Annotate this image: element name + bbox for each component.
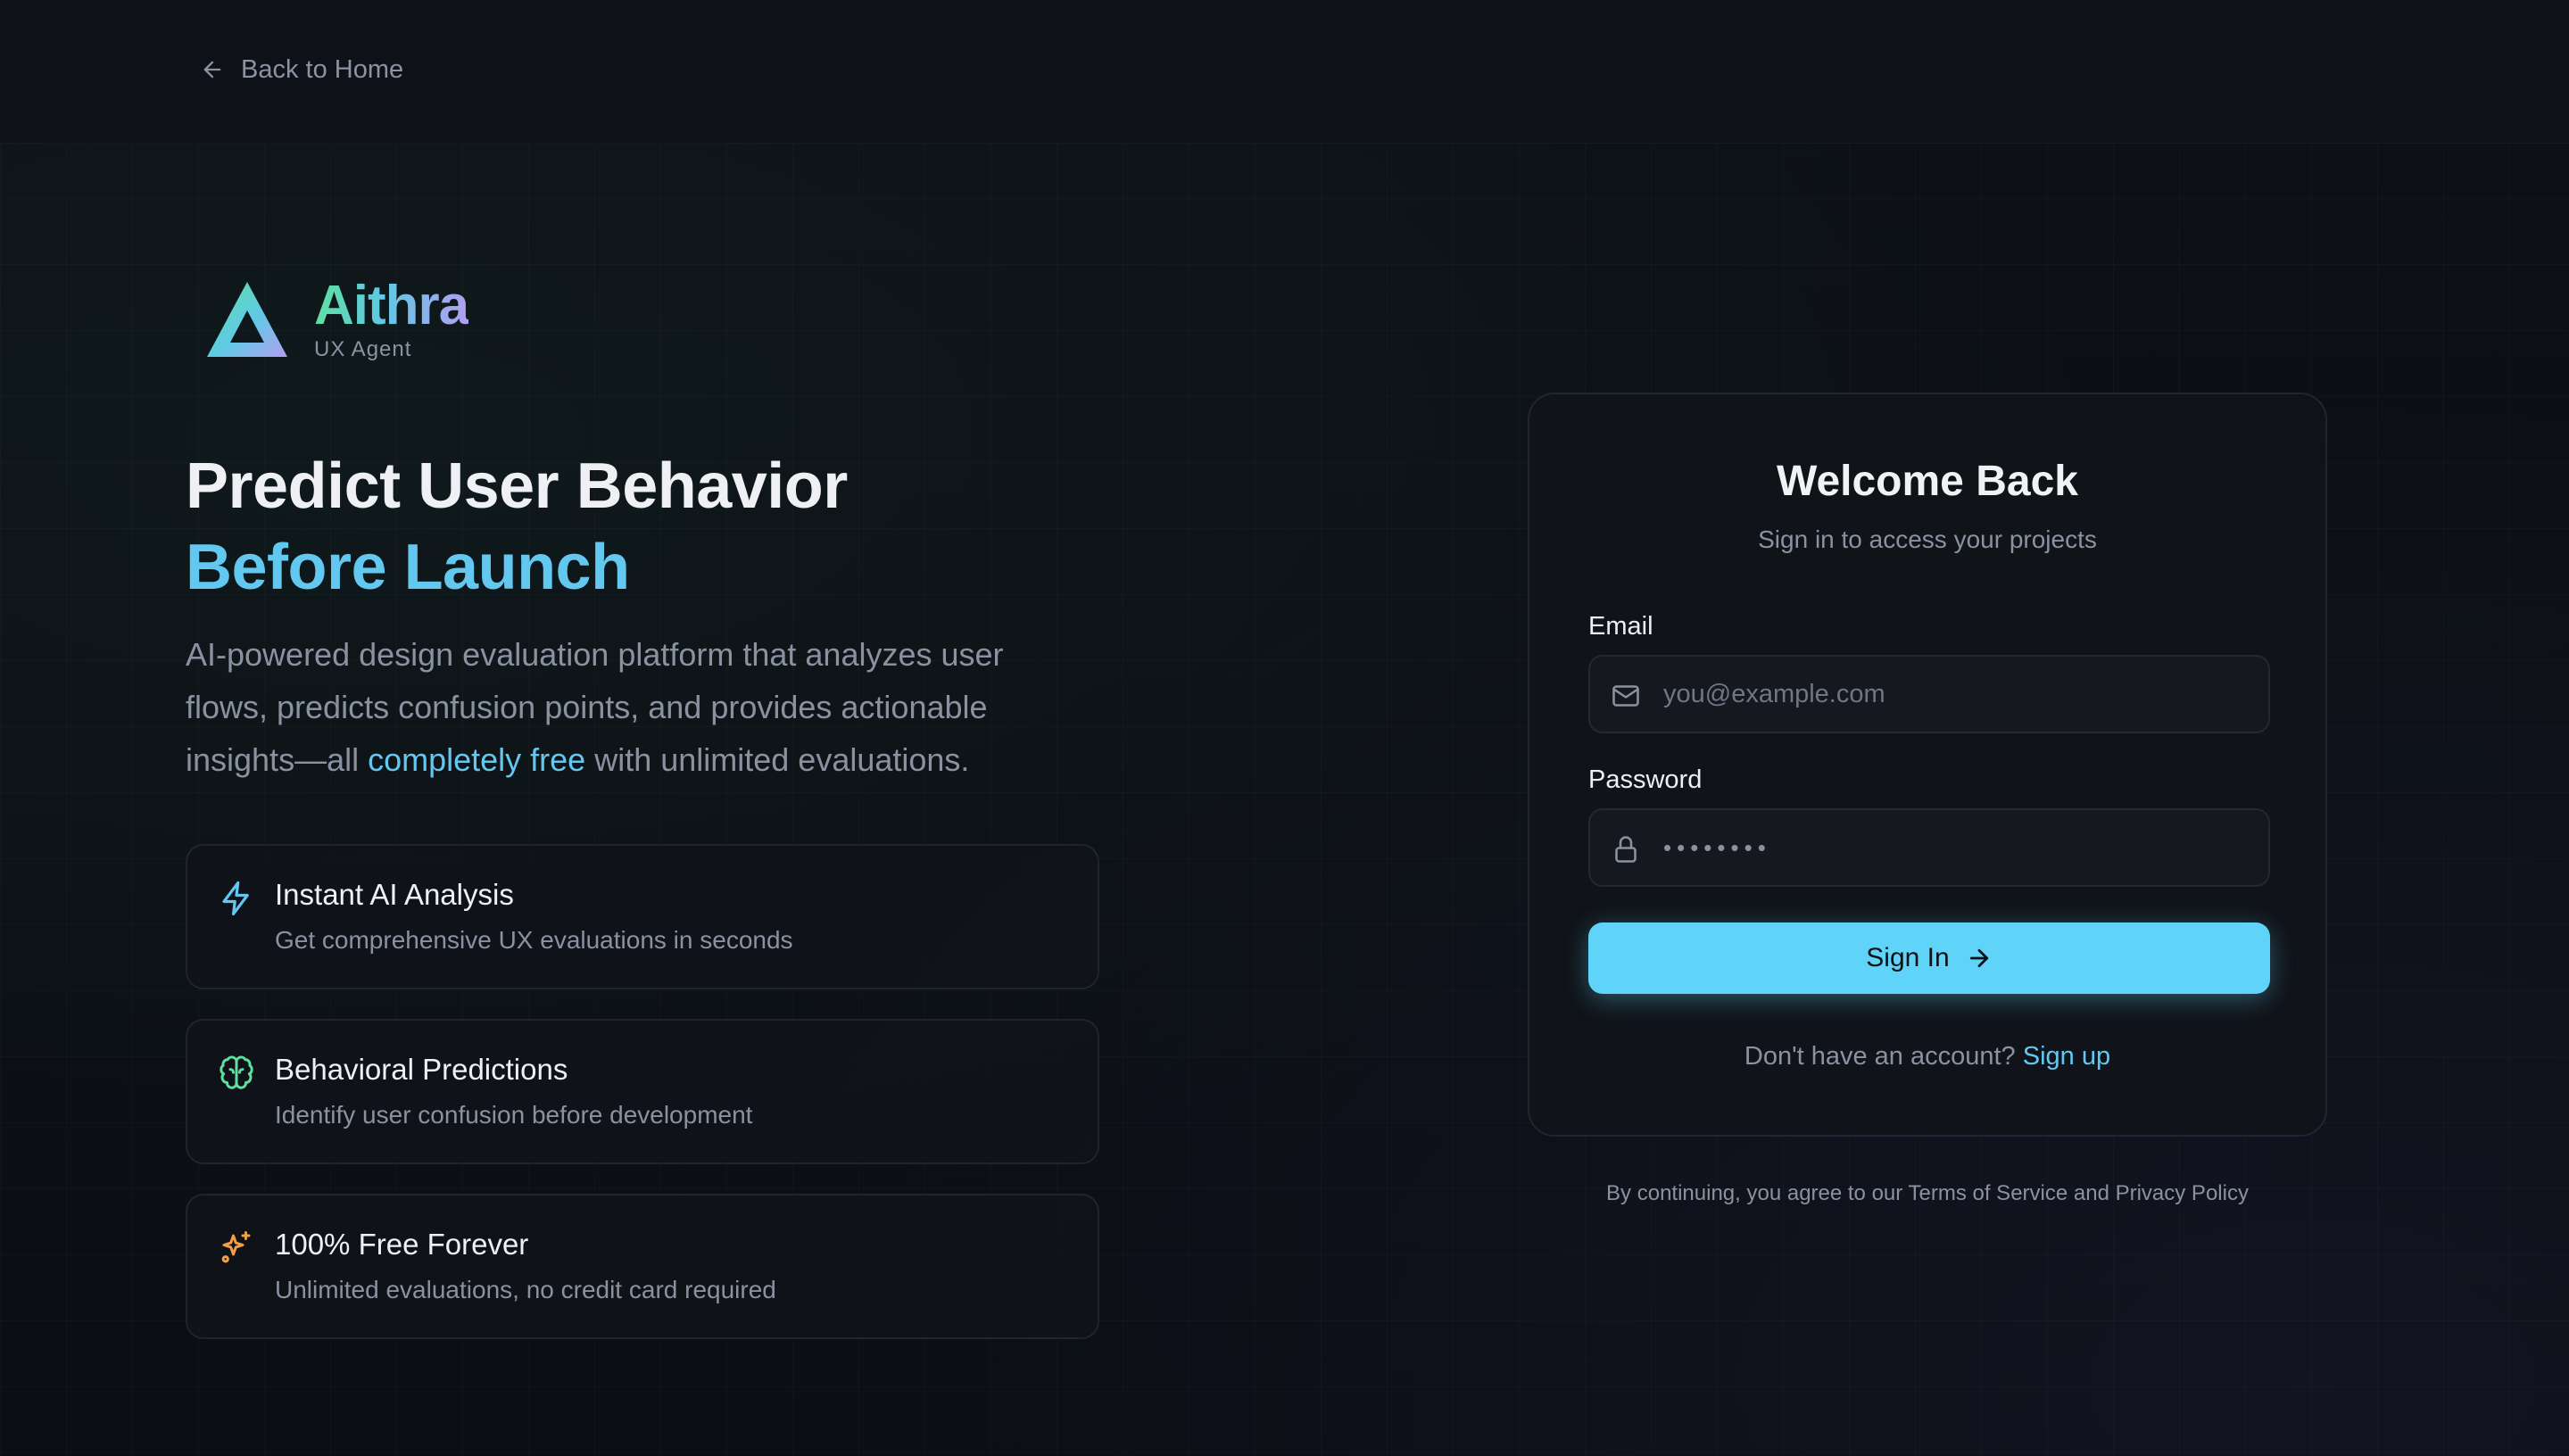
password-input[interactable] [1663,810,2252,885]
feature-card-behavioral-predictions: Behavioral Predictions Identify user con… [186,1019,1099,1164]
arrow-left-icon [203,61,221,79]
brand-name: Aithra [314,275,469,336]
brand-logo: Aithra UX Agent [205,275,469,362]
sign-in-button[interactable]: Sign In [1588,922,2270,994]
arrow-right-icon [1969,948,1988,968]
signup-prompt: Don't have an account? [1744,1042,2016,1071]
back-to-home-link[interactable]: Back to Home [200,52,403,87]
login-subtitle: Sign in to access your projects [1758,525,2097,553]
triangle-logo-icon [207,282,287,357]
feature-title: Behavioral Predictions [275,1053,568,1086]
sign-in-label: Sign In [1866,943,1950,972]
lightning-icon [222,881,249,916]
feature-card-free-forever: 100% Free Forever Unlimited evaluations,… [186,1194,1099,1339]
password-field-wrapper [1588,808,2270,887]
feature-description: Get comprehensive UX evaluations in seco… [275,926,793,954]
sparkles-icon [221,1231,251,1263]
feature-description: Identify user confusion before developme… [275,1101,753,1129]
hero-description-after: with unlimited evaluations. [585,741,970,778]
email-field-wrapper [1588,655,2270,733]
login-title: Welcome Back [1777,458,2078,505]
terms-notice: By continuing, you agree to our Terms of… [1606,1181,2249,1205]
feature-title: 100% Free Forever [275,1228,529,1261]
hero-description: AI-powered design evaluation platform th… [186,628,1078,786]
lock-icon [1615,836,1637,863]
hero-title: Predict User Behavior Before Launch [186,446,848,608]
sign-up-link[interactable]: Sign up [2023,1042,2110,1071]
hero-description-highlight: completely free [368,741,586,778]
feature-card-instant-analysis: Instant AI Analysis Get comprehensive UX… [186,844,1099,989]
brand-tagline: UX Agent [314,337,412,361]
login-card: Welcome Back Sign in to access your proj… [1528,393,2327,1137]
password-label: Password [1588,765,1703,794]
feature-description: Unlimited evaluations, no credit card re… [275,1276,776,1303]
back-to-home-label: Back to Home [241,54,404,84]
mail-icon [1612,685,1639,707]
email-label: Email [1588,612,1653,641]
hero-title-line2: Before Launch [186,532,630,603]
signup-row: Don't have an account? Sign up [1529,1042,2325,1071]
brain-icon [220,1055,253,1089]
email-input[interactable] [1663,657,2252,732]
hero-title-line1: Predict User Behavior [186,451,848,522]
top-bar: Back to Home [0,0,2569,144]
feature-title: Instant AI Analysis [275,878,514,911]
